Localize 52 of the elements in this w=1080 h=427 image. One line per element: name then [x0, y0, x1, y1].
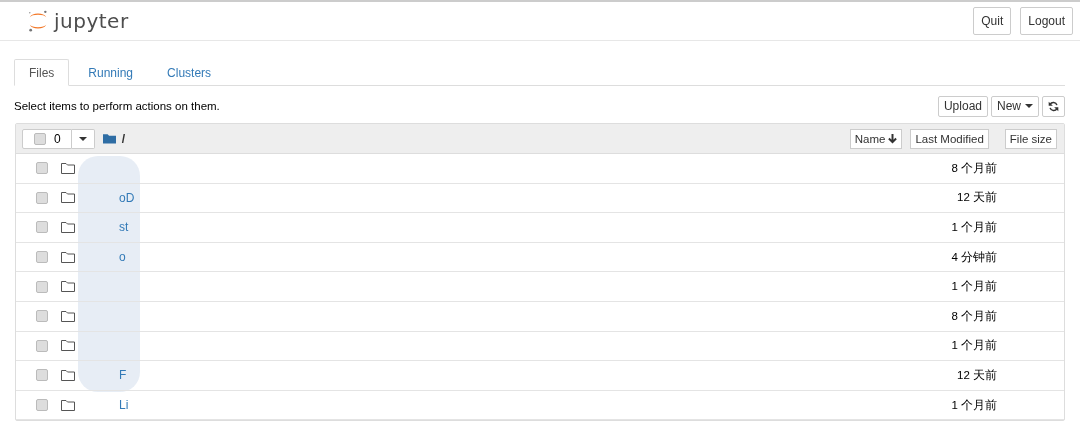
modified-time: 12 天前 [956, 367, 997, 383]
row-checkbox[interactable] [36, 339, 48, 352]
modified-time: 8 个月前 [950, 308, 997, 324]
row-checkbox[interactable] [36, 162, 48, 175]
tab[interactable]: Clusters [152, 59, 227, 86]
folder-icon [61, 340, 75, 352]
folder-icon [61, 399, 75, 411]
folder-link[interactable]: st [119, 220, 129, 235]
refresh-icon [1048, 100, 1059, 112]
tab[interactable]: Running [73, 59, 149, 86]
row-checkbox[interactable] [36, 310, 48, 323]
logo-text: jupyter [54, 9, 129, 33]
row-checkbox[interactable] [36, 251, 48, 264]
row-checkbox[interactable] [36, 280, 48, 293]
modified-time: 8 个月前 [950, 160, 997, 176]
folder-icon [61, 162, 75, 174]
modified-time: 12 天前 [956, 190, 997, 206]
sort-button[interactable]: File size [1004, 128, 1057, 149]
hint-text: Select items to perform actions on them. [14, 100, 220, 112]
folder-link[interactable]: F [119, 368, 127, 383]
folder-icon [61, 192, 75, 204]
row-checkbox[interactable] [36, 221, 48, 234]
row-checkbox[interactable] [36, 369, 48, 382]
folder-icon [61, 222, 75, 233]
modified-time: 1 个月前 [950, 279, 997, 295]
select-all-control[interactable]: 0 [22, 128, 72, 149]
sort-down-arrow-icon [888, 133, 898, 144]
sort-button[interactable]: Name [849, 128, 903, 149]
selection-dropdown[interactable] [71, 128, 95, 149]
header-button[interactable]: Quit [973, 7, 1012, 35]
folder-icon [61, 281, 75, 293]
modified-time: 4 分钟前 [950, 249, 997, 265]
row-checkbox[interactable] [36, 399, 48, 412]
row-checkbox[interactable] [36, 191, 48, 204]
folder-link[interactable]: oD [119, 190, 135, 205]
new-dropdown-button[interactable]: New [991, 95, 1039, 117]
path-text: / [121, 131, 126, 146]
modified-time: 1 个月前 [950, 397, 997, 413]
folder-icon [102, 133, 116, 144]
sort-button[interactable]: Last Modified [910, 128, 989, 149]
refresh-button[interactable] [1042, 95, 1065, 117]
folder-icon [61, 310, 75, 322]
folder-icon [61, 251, 75, 263]
tab[interactable]: Files [14, 59, 70, 86]
folder-link[interactable]: o [119, 250, 126, 265]
header-button[interactable]: Logout [1020, 7, 1073, 35]
modified-time: 1 个月前 [950, 338, 997, 354]
logo-icon [27, 9, 49, 33]
modified-time: 1 个月前 [950, 220, 997, 235]
folder-link[interactable]: Li [119, 398, 129, 413]
folder-icon [61, 369, 75, 381]
upload-button[interactable]: Upload [937, 95, 988, 117]
